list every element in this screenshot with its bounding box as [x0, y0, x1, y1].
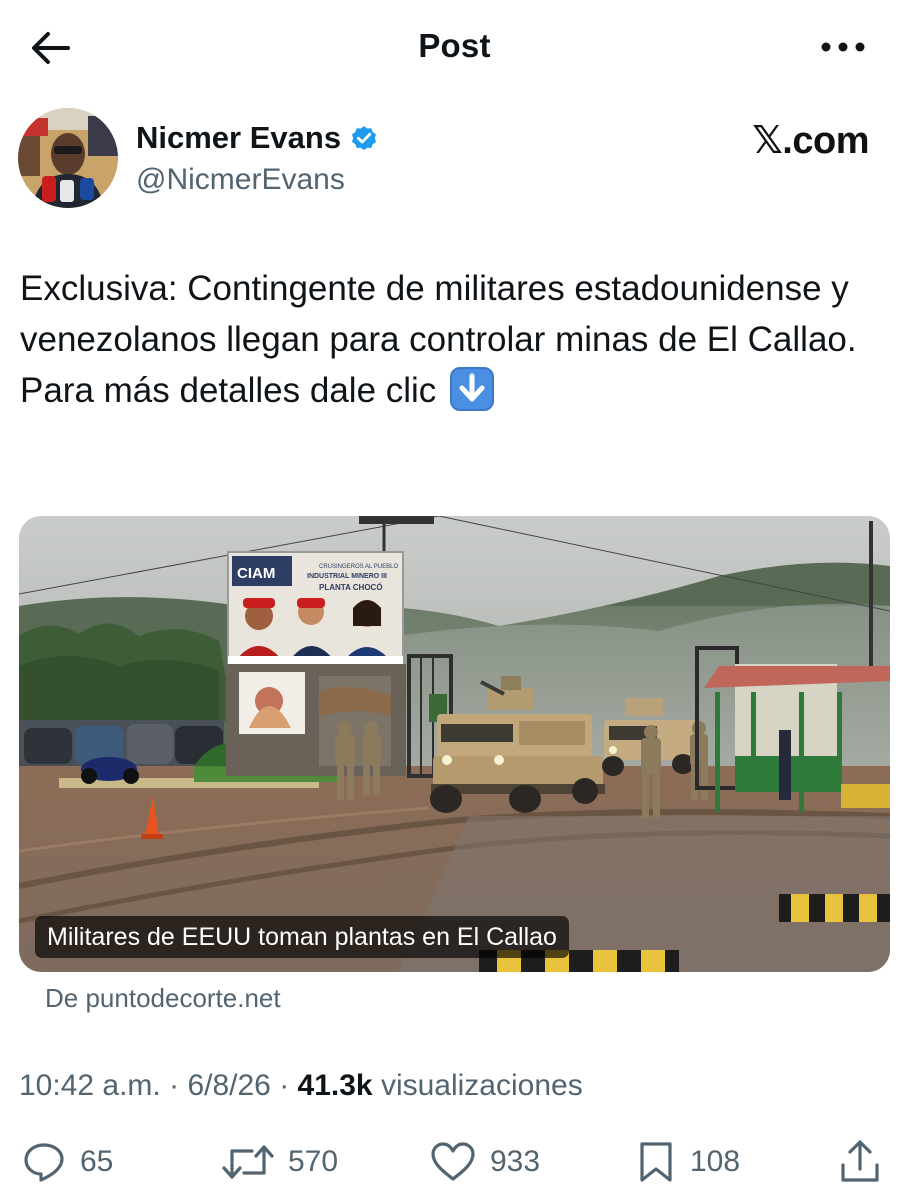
heart-icon [431, 1142, 475, 1181]
action-bar: 65 570 933 108 [0, 1130, 909, 1192]
top-bar: Post [0, 0, 909, 95]
link-source[interactable]: De puntodecorte.net [45, 983, 281, 1014]
meta-separator: · [160, 1069, 188, 1102]
bookmark-count: 108 [690, 1145, 741, 1178]
link-preview-card[interactable]: CIAM CRUSINGEROS AL PUEBLO INDUSTRIAL MI… [19, 516, 890, 972]
retweet-button[interactable]: 570 [222, 1138, 338, 1186]
like-button[interactable]: 933 [430, 1138, 540, 1186]
post-date: 6/8/26 [187, 1069, 271, 1102]
more-horizontal-icon [821, 42, 865, 52]
post-body: Exclusiva: Contingente de militares esta… [20, 269, 857, 410]
billboard-line-3: PLANTA CHOCÓ [319, 583, 383, 592]
verified-badge-icon [352, 126, 377, 151]
retweet-icon [222, 1145, 274, 1179]
author-handle[interactable]: @NicmerEvans [136, 163, 345, 197]
reply-icon [24, 1143, 64, 1182]
reply-button[interactable]: 65 [22, 1138, 113, 1186]
author-name-text: Nicmer Evans [136, 120, 342, 155]
media-caption: Militares de EEUU toman plantas en El Ca… [35, 916, 569, 958]
like-count: 933 [490, 1145, 541, 1178]
bookmark-button[interactable]: 108 [636, 1138, 740, 1186]
retweet-count: 570 [288, 1145, 339, 1178]
meta-separator: · [270, 1069, 298, 1102]
post-time: 10:42 a.m. [19, 1069, 161, 1102]
billboard-line-2: INDUSTRIAL MINERO III [307, 573, 387, 580]
preview-image: CIAM CRUSINGEROS AL PUEBLO INDUSTRIAL MI… [19, 516, 890, 972]
post-text: Exclusiva: Contingente de militares esta… [20, 263, 880, 416]
author-row: Nicmer Evans @NicmerEvans 𝕏.com [18, 108, 891, 208]
down-arrow-emoji-icon [450, 367, 495, 411]
author-name[interactable]: Nicmer Evans [136, 120, 379, 156]
share-button[interactable] [838, 1138, 882, 1186]
x-com-watermark: 𝕏.com [752, 120, 869, 162]
more-button[interactable] [818, 30, 868, 64]
billboard-line-1: CRUSINGEROS AL PUEBLO [319, 564, 398, 570]
views-count[interactable]: 41.3k [298, 1069, 373, 1102]
billboard-logo: CIAM [237, 565, 275, 582]
avatar[interactable] [18, 108, 118, 208]
views-label: visualizaciones [372, 1069, 583, 1102]
post-meta: 10:42 a.m. · 6/8/26 · 41.3k visualizacio… [19, 1069, 583, 1103]
bookmark-icon [640, 1142, 672, 1182]
page-title: Post [418, 27, 491, 64]
share-icon [841, 1140, 879, 1182]
reply-count: 65 [80, 1145, 114, 1178]
